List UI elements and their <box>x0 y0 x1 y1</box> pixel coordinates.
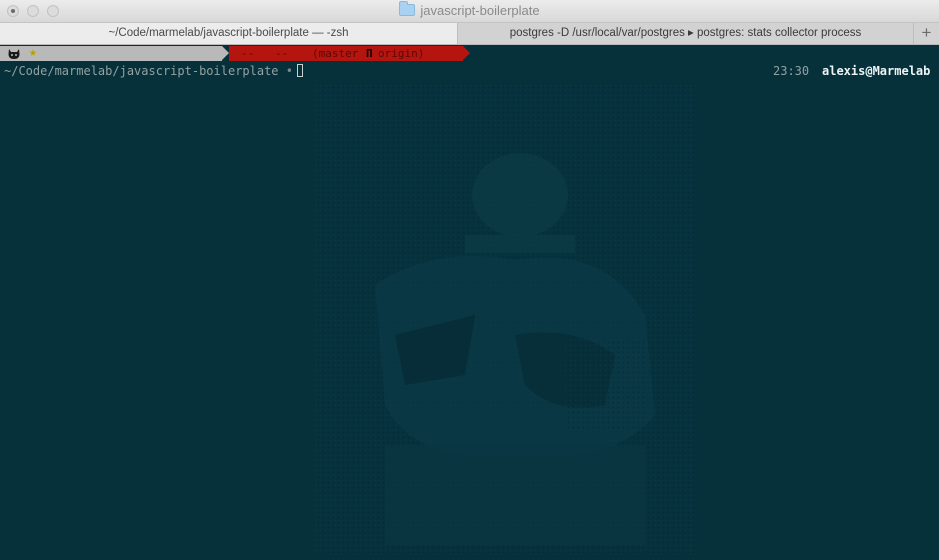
clock: 23:30 <box>773 64 810 78</box>
window-title: javascript-boilerplate <box>0 1 939 18</box>
git-remote: origin) <box>378 47 425 60</box>
powerline-prompt: ★ -- -- (master Π origin) <box>0 45 470 61</box>
new-tab-button[interactable]: + <box>913 23 939 44</box>
text-cursor <box>297 64 304 77</box>
window-title-text: javascript-boilerplate <box>420 3 540 18</box>
command-line[interactable]: ~/Code/marmelab/javascript-boilerplate • <box>4 64 304 78</box>
folder-icon <box>399 1 416 16</box>
title-bar: javascript-boilerplate <box>0 0 939 23</box>
segment-arrow <box>463 46 470 60</box>
current-path: ~/Code/marmelab/javascript-boilerplate <box>4 64 279 78</box>
tab-bar: ~/Code/marmelab/javascript-boilerplate —… <box>0 23 939 45</box>
tab-postgres[interactable]: postgres -D /usr/local/var/postgres ▸ po… <box>458 23 913 44</box>
user-host: alexis@Marmelab <box>822 64 931 78</box>
tab-zsh[interactable]: ~/Code/marmelab/javascript-boilerplate —… <box>0 23 458 44</box>
git-dash: -- <box>241 47 255 60</box>
terminal-content[interactable]: ★ -- -- (master Π origin) ~/Code/marmela… <box>0 45 939 560</box>
git-dash: -- <box>275 47 289 60</box>
star-icon: ★ <box>29 45 37 60</box>
git-branch: (master <box>312 47 359 60</box>
prompt-separator: • <box>285 64 294 78</box>
segment-arrow <box>222 46 229 60</box>
github-octocat-icon <box>8 49 20 59</box>
background-illustration <box>315 85 695 555</box>
git-branch-icon: Π <box>366 47 373 60</box>
terminal-window: javascript-boilerplate ~/Code/marmelab/j… <box>0 0 939 560</box>
